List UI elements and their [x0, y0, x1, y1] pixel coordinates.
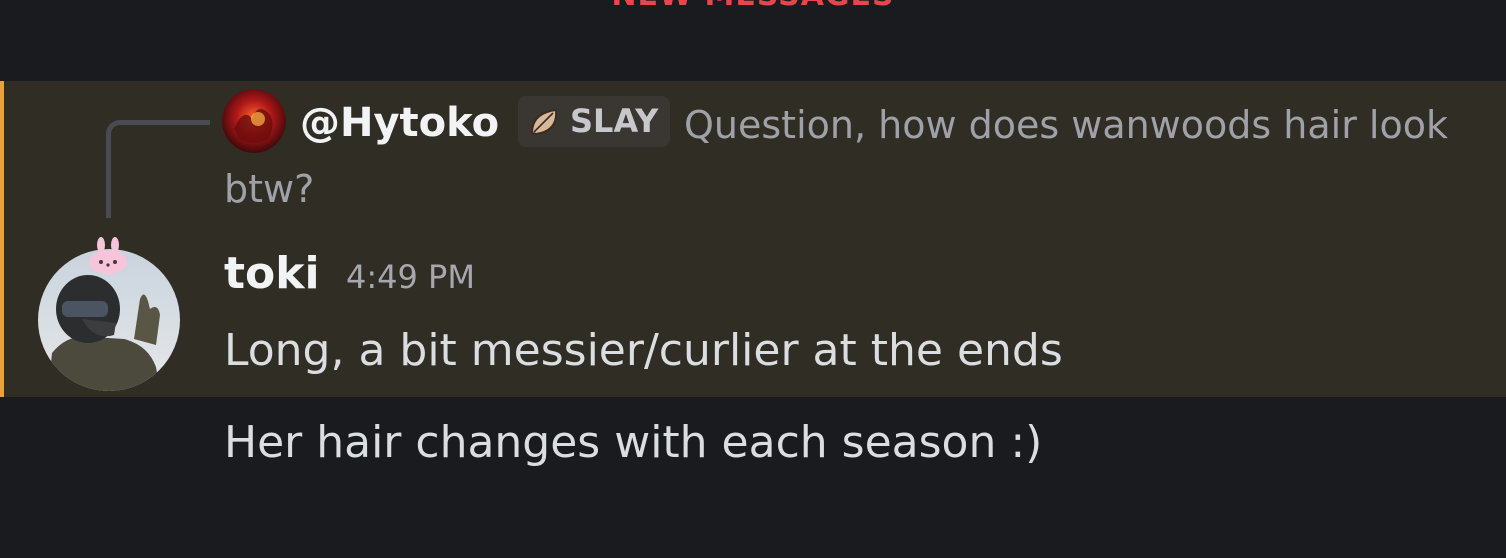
reply-connector-line: [106, 120, 210, 218]
message-text[interactable]: Long, a bit messier/curlier at the ends: [224, 322, 1063, 380]
reply-preview-text[interactable]: Question, how does wanwoods hair look bt…: [224, 93, 1454, 221]
message-text[interactable]: Her hair changes with each season :): [224, 414, 1042, 472]
chat-view: NEW MESSAGES @Hytoko SLAY Ques: [0, 0, 1506, 558]
bunny-icon: [86, 236, 130, 276]
new-messages-divider: NEW MESSAGES: [0, 0, 1506, 16]
message-timestamp: 4:49 PM: [346, 258, 475, 296]
message-author-name[interactable]: toki: [224, 244, 320, 304]
